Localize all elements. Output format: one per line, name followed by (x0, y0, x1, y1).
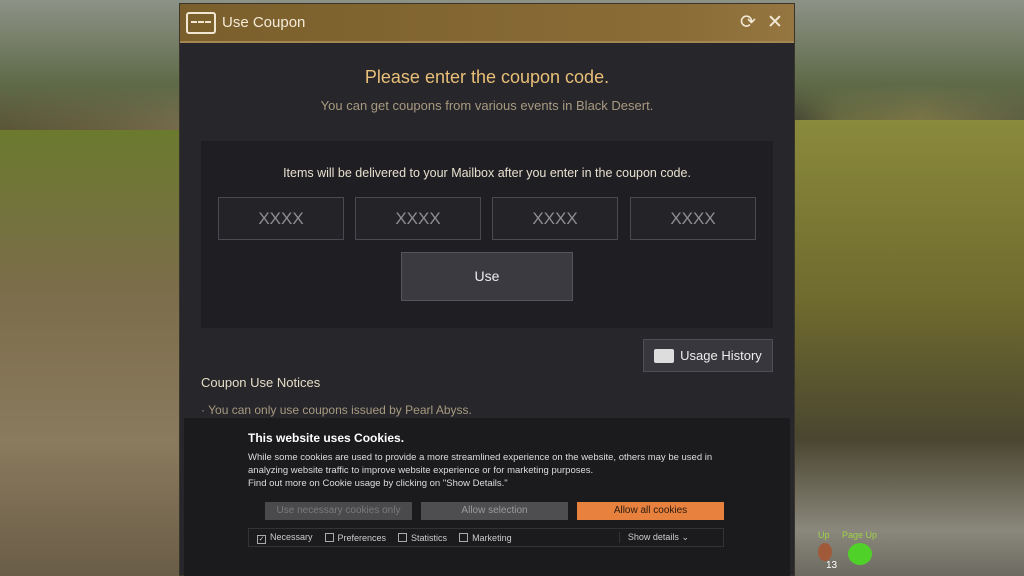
checkbox-preferences[interactable]: Preferences (324, 532, 387, 543)
checkbox-label: Marketing (472, 532, 512, 543)
use-button[interactable]: Use (401, 252, 573, 301)
heading: Please enter the coupon code. (364, 67, 610, 87)
cookie-text: While some cookies are used to provide a… (248, 451, 718, 490)
cookie-text-details: Find out more on Cookie usage by clickin… (248, 478, 508, 489)
coupon-input-3[interactable]: XXXX (492, 197, 618, 240)
subheading: You can get coupons from various events … (320, 98, 654, 113)
checkbox-label: Statistics (411, 532, 448, 543)
refresh-icon[interactable]: ⟳ (740, 13, 756, 33)
checkbox-marketing[interactable]: Marketing (459, 532, 512, 543)
checkbox-necessary[interactable]: ✓ Necessary (257, 532, 313, 544)
title-bar[interactable]: Use Coupon ⟳ ✕ (180, 4, 794, 43)
show-details-link[interactable]: Show details ⌄ (618, 532, 689, 543)
usage-history-label: Usage History (680, 348, 762, 363)
allow-all-cookies-button[interactable]: Allow all cookies (577, 502, 724, 520)
checkbox-checked-icon: ✓ (257, 534, 266, 544)
show-details-label: Show details (627, 532, 679, 542)
chevron-down-icon: ⌄ (681, 532, 689, 542)
notice-item: · You can only use coupons issued by Pea… (201, 403, 472, 417)
hud-page-up-label: Page Up (842, 530, 878, 540)
coupon-icon (186, 11, 216, 34)
delivery-note: Items will be delivered to your Mailbox … (283, 166, 691, 180)
checkbox-icon (398, 532, 408, 542)
coupon-input-4[interactable]: XXXX (630, 197, 756, 240)
coupon-input-2[interactable]: XXXX (355, 197, 481, 240)
cookie-banner: This website uses Cookies. While some co… (184, 418, 790, 576)
game-background-grass (795, 120, 1024, 576)
necessary-cookies-button[interactable]: Use necessary cookies only (265, 502, 412, 520)
checkbox-icon (459, 532, 469, 542)
cookie-options-row: ✓ Necessary Preferences Statistics Market… (248, 528, 724, 547)
notices-title: Coupon Use Notices (201, 375, 321, 390)
allow-selection-button[interactable]: Allow selection (421, 502, 568, 520)
ticket-icon (654, 348, 675, 363)
window-title: Use Coupon (222, 14, 306, 31)
coupon-input-1[interactable]: XXXX (218, 197, 344, 240)
page-up-icon[interactable] (848, 543, 872, 565)
close-icon[interactable]: ✕ (767, 13, 783, 33)
checkbox-label: Necessary (270, 531, 313, 542)
checkbox-statistics[interactable]: Statistics (398, 532, 448, 543)
checkbox-label: Preferences (337, 532, 387, 543)
game-background-path (0, 130, 180, 576)
usage-history-button[interactable]: Usage History (643, 339, 773, 372)
cookie-title: This website uses Cookies. (248, 431, 405, 445)
potion-icon[interactable] (818, 543, 832, 561)
hud-count: 13 (826, 560, 838, 571)
hud-up-label: Up (818, 530, 830, 540)
checkbox-icon (324, 532, 334, 542)
cookie-text-main: While some cookies are used to provide a… (248, 452, 713, 476)
coupon-panel: Items will be delivered to your Mailbox … (201, 141, 773, 328)
